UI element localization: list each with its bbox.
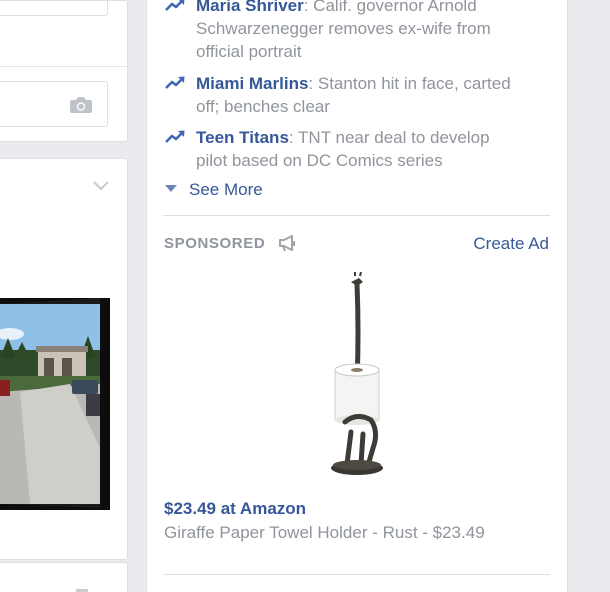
composer-divider (0, 66, 128, 67)
comment-input[interactable] (0, 81, 108, 127)
trending-arrow-icon (165, 0, 185, 11)
trending-item[interactable]: Maria Shriver: Calif. governor Arnold Sc… (165, 0, 525, 63)
trending-arrow-icon (165, 76, 185, 89)
megaphone-icon[interactable] (278, 235, 298, 252)
trending-item[interactable]: Miami Marlins: Stanton hit in face, cart… (165, 72, 525, 118)
create-ad-link[interactable]: Create Ad (473, 234, 549, 254)
composer-card (0, 0, 128, 142)
composer-input-edge[interactable] (0, 1, 108, 16)
trending-topic-name[interactable]: Miami Marlins (196, 74, 308, 93)
feed-post (0, 158, 128, 560)
trending-item[interactable]: Teen Titans: TNT near deal to develop pi… (165, 126, 525, 172)
post-photo[interactable] (0, 298, 110, 510)
next-feed-post (0, 562, 128, 592)
trending-topic-name[interactable]: Teen Titans (196, 128, 289, 147)
ad-description: Giraffe Paper Towel Holder - Rust - $23.… (164, 523, 485, 542)
see-more-link[interactable]: See More (165, 180, 263, 200)
camera-icon[interactable] (69, 96, 93, 114)
ad-product-image[interactable] (317, 272, 407, 484)
sponsored-label: SPONSORED (164, 235, 266, 252)
right-sidebar: Maria Shriver: Calif. governor Arnold Sc… (146, 0, 568, 592)
caret-down-icon (165, 185, 177, 192)
chevron-down-icon[interactable] (93, 181, 109, 191)
trending-topic-name[interactable]: Maria Shriver (196, 0, 304, 15)
trending-arrow-icon (165, 130, 185, 143)
ad-price-link[interactable]: $23.49 at Amazon (164, 499, 306, 519)
section-divider (163, 215, 550, 216)
see-more-label: See More (189, 180, 263, 199)
news-feed-column (0, 0, 128, 592)
section-divider (163, 574, 550, 575)
